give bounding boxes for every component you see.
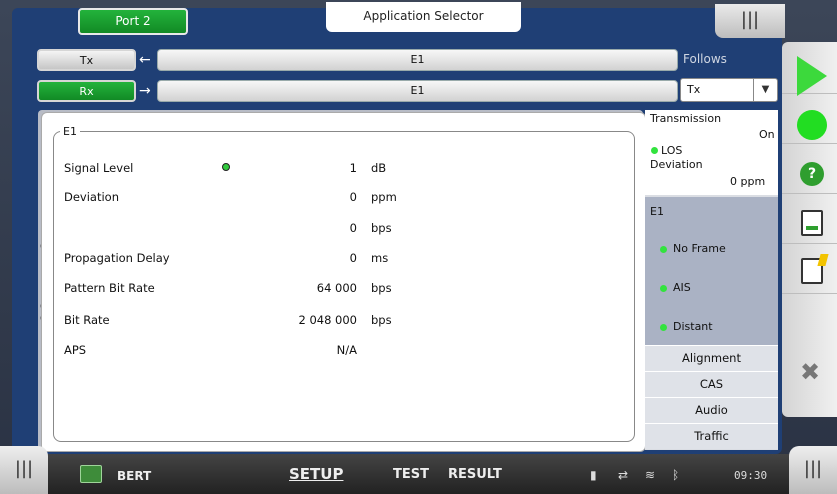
signal-level-value: 1 — [349, 161, 357, 175]
deviation-bps-value: 0 — [349, 221, 357, 235]
group-title: E1 — [60, 125, 80, 138]
signal-level-unit: dB — [371, 161, 387, 175]
tx-signal-field[interactable]: E1 — [157, 49, 678, 71]
follows-value: Tx — [687, 83, 701, 96]
deviation-label: Deviation — [64, 190, 120, 204]
distant-label: Distant — [673, 320, 713, 333]
signal-led-icon — [222, 163, 230, 171]
pattern-bit-rate-value: 64 000 — [316, 281, 357, 295]
e1-status-label: E1 — [650, 205, 664, 218]
arrow-left-icon: ← — [139, 52, 151, 68]
tx-button[interactable]: Tx — [37, 49, 136, 71]
play-icon[interactable] — [797, 56, 827, 96]
ais-led-icon — [660, 285, 667, 292]
aps-label: APS — [64, 343, 87, 357]
tab-traffic[interactable]: Traffic — [645, 423, 778, 449]
e1-dialog: E1 Signal Level 1 dB Deviation 0 ppm 0 b… — [41, 112, 646, 452]
pattern-bit-rate-unit: bps — [371, 281, 392, 295]
app-name[interactable]: BERT — [117, 469, 151, 483]
bluetooth-icon: ᛒ — [672, 468, 680, 482]
follows-label: Follows — [683, 52, 727, 66]
pattern-bit-rate-label: Pattern Bit Rate — [64, 281, 155, 295]
close-icon[interactable]: ✖ — [800, 360, 820, 384]
bit-rate-label: Bit Rate — [64, 313, 110, 327]
right-menu-icon[interactable]: ||| — [789, 446, 837, 494]
los-label: LOS — [661, 144, 683, 157]
arrow-right-icon: → — [139, 83, 151, 99]
nav-test[interactable]: TEST — [393, 467, 429, 482]
no-frame-led-icon — [660, 246, 667, 253]
rx-button[interactable]: Rx — [37, 80, 136, 102]
chevron-down-icon[interactable]: ▼ — [753, 79, 777, 101]
clock: 09:30 — [734, 469, 768, 482]
left-menu-icon[interactable]: ||| — [0, 446, 48, 494]
no-frame-label: No Frame — [673, 242, 726, 255]
bit-rate-value: 2 048 000 — [298, 313, 357, 327]
nav-result[interactable]: RESULT — [448, 467, 502, 482]
aps-value: N/A — [336, 343, 357, 357]
propagation-delay-label: Propagation Delay — [64, 251, 170, 265]
deviation-bps-unit: bps — [371, 221, 392, 235]
port-tab[interactable]: Port 2 — [78, 8, 188, 35]
rx-signal-field[interactable]: E1 — [157, 80, 678, 102]
tab-audio[interactable]: Audio — [645, 397, 778, 423]
deviation-unit: ppm — [371, 190, 397, 204]
propagation-delay-value: 0 — [349, 251, 357, 265]
menu-bars-icon[interactable]: ||| — [715, 4, 785, 38]
quick-report-icon[interactable] — [801, 258, 823, 284]
deviation-status-value: 0 ppm — [730, 175, 766, 188]
signal-level-label: Signal Level — [64, 161, 134, 175]
wifi-icon: ≋ — [645, 468, 656, 482]
follows-select[interactable]: Tx ▼ — [680, 78, 778, 102]
nav-setup[interactable]: SETUP — [289, 465, 343, 483]
propagation-delay-unit: ms — [371, 251, 389, 265]
transmission-value: On — [759, 128, 775, 141]
bit-rate-unit: bps — [371, 313, 392, 327]
tab-alignment[interactable]: Alignment — [645, 345, 778, 371]
bert-app-icon[interactable] — [80, 465, 102, 483]
transmission-label: Transmission — [650, 112, 722, 125]
report-icon[interactable] — [801, 210, 823, 236]
deviation-status-label: Deviation — [650, 158, 703, 171]
power-icon: ▮ — [590, 468, 597, 482]
application-selector-tab[interactable]: Application Selector — [326, 2, 521, 32]
help-icon[interactable]: ? — [800, 162, 824, 186]
deviation-value: 0 — [349, 190, 357, 204]
distant-led-icon — [660, 324, 667, 331]
tab-cas[interactable]: CAS — [645, 371, 778, 397]
usb-icon: ⇄ — [618, 468, 629, 482]
record-status-icon[interactable] — [797, 110, 827, 140]
ais-label: AIS — [673, 281, 691, 294]
los-led-icon — [651, 147, 658, 154]
